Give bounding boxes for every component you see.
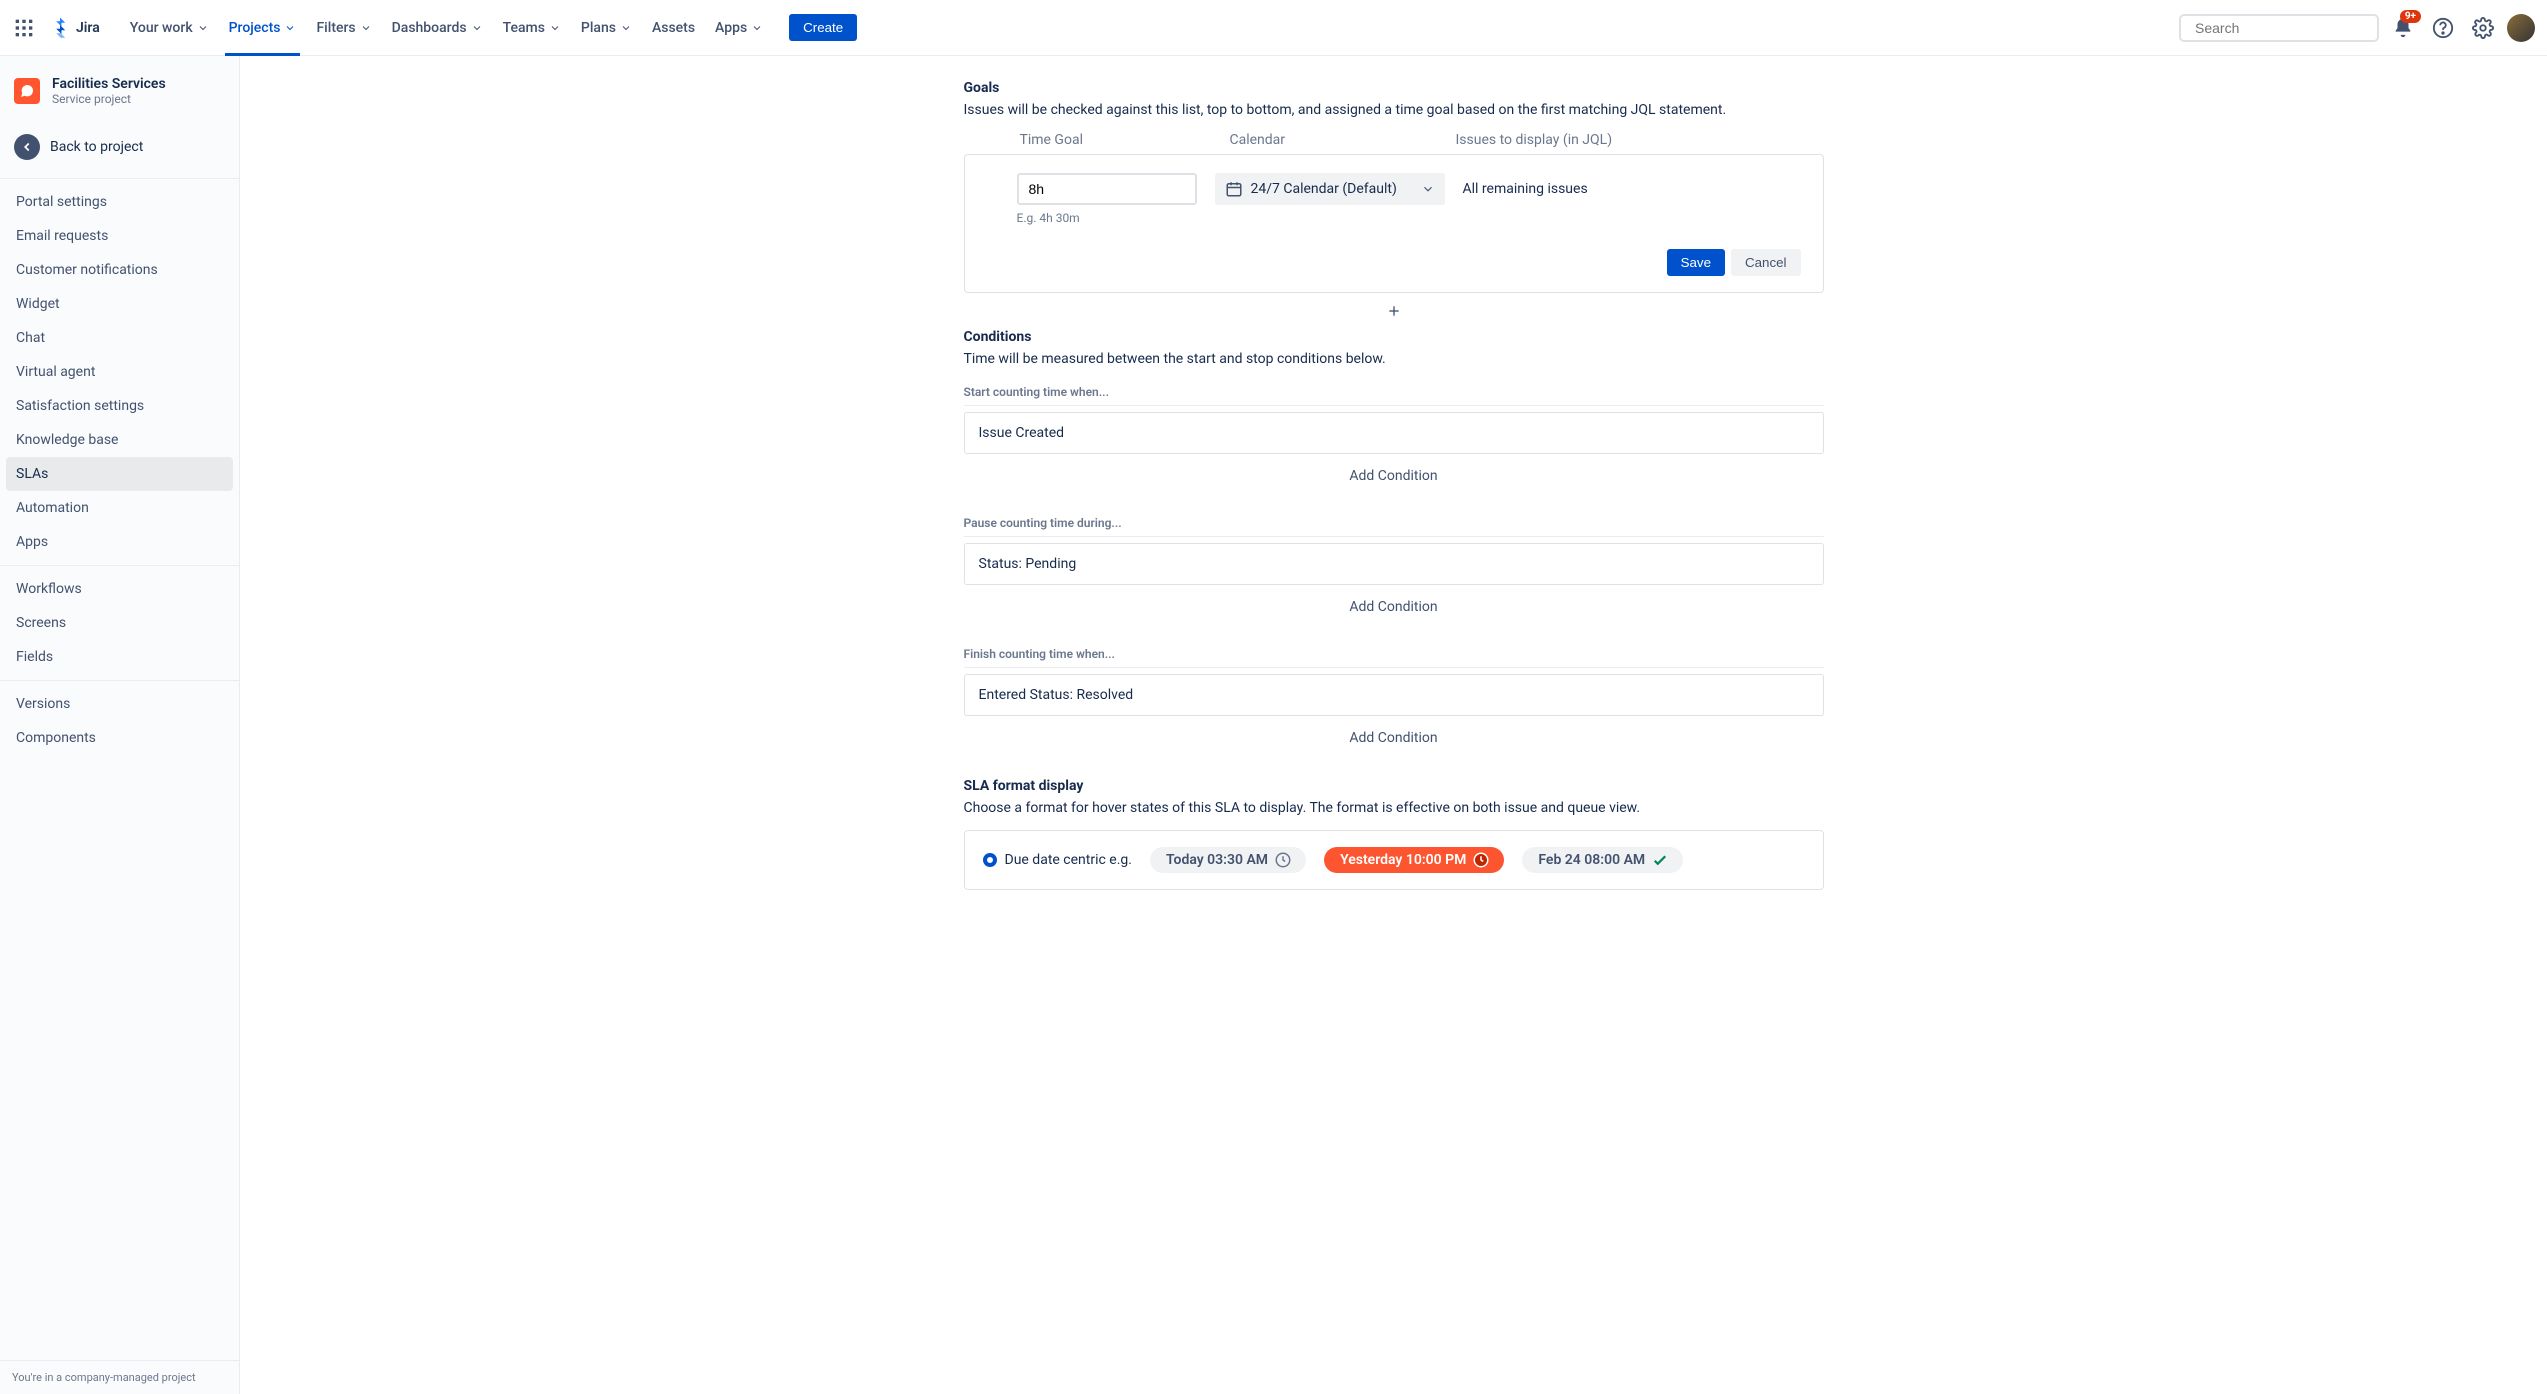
nav-your-work[interactable]: Your work (120, 12, 219, 44)
nav-assets[interactable]: Assets (642, 12, 705, 44)
chevron-down-icon (197, 22, 209, 34)
conditions-desc: Time will be measured between the start … (964, 351, 1824, 367)
sla-pill-yesterday: Yesterday 10:00 PM (1324, 847, 1504, 873)
sidebar-item-knowledge-base[interactable]: Knowledge base (6, 423, 233, 457)
clock-icon (1274, 851, 1292, 869)
start-condition-label: Start counting time when... (964, 385, 1824, 406)
project-icon (14, 78, 40, 104)
project-type: Service project (52, 92, 166, 106)
sidebar-item-versions[interactable]: Versions (6, 687, 233, 721)
sidebar-item-chat[interactable]: Chat (6, 321, 233, 355)
calendar-select[interactable]: 24/7 Calendar (Default) (1215, 173, 1445, 205)
back-arrow-icon (14, 134, 40, 160)
jira-logo-text: Jira (76, 20, 100, 36)
notification-badge: 9+ (2400, 10, 2421, 23)
sidebar: Facilities Services Service project Back… (0, 56, 240, 1394)
help-icon (2432, 17, 2454, 39)
top-nav: Jira Your workProjectsFiltersDashboardsT… (0, 0, 2547, 56)
sla-format-desc: Choose a format for hover states of this… (964, 800, 1824, 816)
sidebar-item-virtual-agent[interactable]: Virtual agent (6, 355, 233, 389)
chevron-down-icon (284, 22, 296, 34)
chevron-down-icon (471, 22, 483, 34)
sla-format-box: Due date centric e.g. Today 03:30 AM Yes… (964, 830, 1824, 890)
settings-button[interactable] (2467, 12, 2499, 44)
sidebar-item-workflows[interactable]: Workflows (6, 572, 233, 606)
clock-overdue-icon (1472, 851, 1490, 869)
jira-logo[interactable]: Jira (48, 16, 100, 40)
nav-apps[interactable]: Apps (705, 12, 773, 44)
nav-plans[interactable]: Plans (571, 12, 642, 44)
sidebar-item-slas[interactable]: SLAs (6, 457, 233, 491)
nav-teams[interactable]: Teams (493, 12, 571, 44)
conditions-title: Conditions (964, 329, 1824, 345)
help-button[interactable] (2427, 12, 2459, 44)
chevron-down-icon (751, 22, 763, 34)
issues-to-display: All remaining issues (1463, 173, 1588, 197)
chevron-down-icon (360, 22, 372, 34)
calendar-icon (1225, 180, 1243, 198)
save-button[interactable]: Save (1667, 249, 1725, 276)
sidebar-item-screens[interactable]: Screens (6, 606, 233, 640)
goals-header-time: Time Goal (1020, 132, 1230, 148)
calendar-select-label: 24/7 Calendar (Default) (1251, 181, 1413, 197)
sidebar-item-fields[interactable]: Fields (6, 640, 233, 674)
back-to-project-label: Back to project (50, 139, 143, 155)
sidebar-item-automation[interactable]: Automation (6, 491, 233, 525)
time-goal-example: E.g. 4h 30m (1017, 211, 1197, 225)
pause-condition-value[interactable]: Status: Pending (964, 543, 1824, 585)
sidebar-item-widget[interactable]: Widget (6, 287, 233, 321)
chevron-down-icon (1421, 182, 1435, 196)
nav-projects[interactable]: Projects (219, 12, 307, 44)
profile-avatar[interactable] (2507, 14, 2535, 42)
sidebar-item-customer-notifications[interactable]: Customer notifications (6, 253, 233, 287)
search-input-container[interactable] (2179, 14, 2379, 42)
add-goal-button[interactable] (964, 293, 1824, 329)
nav-filters[interactable]: Filters (306, 12, 381, 44)
sidebar-item-portal-settings[interactable]: Portal settings (6, 185, 233, 219)
sla-pill-today: Today 03:30 AM (1150, 847, 1306, 873)
goals-header-calendar: Calendar (1230, 132, 1456, 148)
goal-row-box: E.g. 4h 30m 24/7 Calendar (Default) All … (964, 154, 1824, 293)
sidebar-item-apps[interactable]: Apps (6, 525, 233, 559)
create-button[interactable]: Create (789, 14, 857, 41)
cancel-button[interactable]: Cancel (1731, 249, 1801, 276)
sidebar-item-satisfaction-settings[interactable]: Satisfaction settings (6, 389, 233, 423)
chevron-down-icon (549, 22, 561, 34)
due-date-centric-label: Due date centric e.g. (1005, 852, 1132, 868)
add-finish-condition[interactable]: Add Condition (964, 716, 1824, 760)
goals-title: Goals (964, 80, 1824, 96)
time-goal-input[interactable] (1017, 173, 1197, 205)
check-icon (1651, 851, 1669, 869)
back-to-project-link[interactable]: Back to project (0, 124, 239, 170)
goals-desc: Issues will be checked against this list… (964, 102, 1824, 118)
project-name: Facilities Services (52, 76, 166, 92)
add-pause-condition[interactable]: Add Condition (964, 585, 1824, 629)
due-date-centric-radio[interactable]: Due date centric e.g. (983, 852, 1132, 868)
sidebar-item-email-requests[interactable]: Email requests (6, 219, 233, 253)
chevron-down-icon (620, 22, 632, 34)
sla-pill-feb: Feb 24 08:00 AM (1522, 847, 1683, 873)
project-footer-note: You're in a company-managed project (0, 1360, 239, 1394)
sla-format-title: SLA format display (964, 778, 1824, 794)
app-switcher-icon[interactable] (12, 16, 36, 40)
gear-icon (2472, 17, 2494, 39)
pause-condition-label: Pause counting time during... (964, 516, 1824, 537)
goals-table-header: Time Goal Calendar Issues to display (in… (964, 132, 1824, 154)
plus-icon (1386, 303, 1402, 319)
nav-dashboards[interactable]: Dashboards (382, 12, 493, 44)
finish-condition-value[interactable]: Entered Status: Resolved (964, 674, 1824, 716)
sidebar-item-components[interactable]: Components (6, 721, 233, 755)
notifications-button[interactable]: 9+ (2387, 12, 2419, 44)
project-header: Facilities Services Service project (0, 56, 239, 116)
add-start-condition[interactable]: Add Condition (964, 454, 1824, 498)
radio-checked-icon (983, 853, 997, 867)
goals-header-issues: Issues to display (in JQL) (1456, 132, 1613, 148)
start-condition-value[interactable]: Issue Created (964, 412, 1824, 454)
finish-condition-label: Finish counting time when... (964, 647, 1824, 668)
main-content: Goals Issues will be checked against thi… (240, 56, 2547, 1394)
search-input[interactable] (2195, 20, 2376, 36)
